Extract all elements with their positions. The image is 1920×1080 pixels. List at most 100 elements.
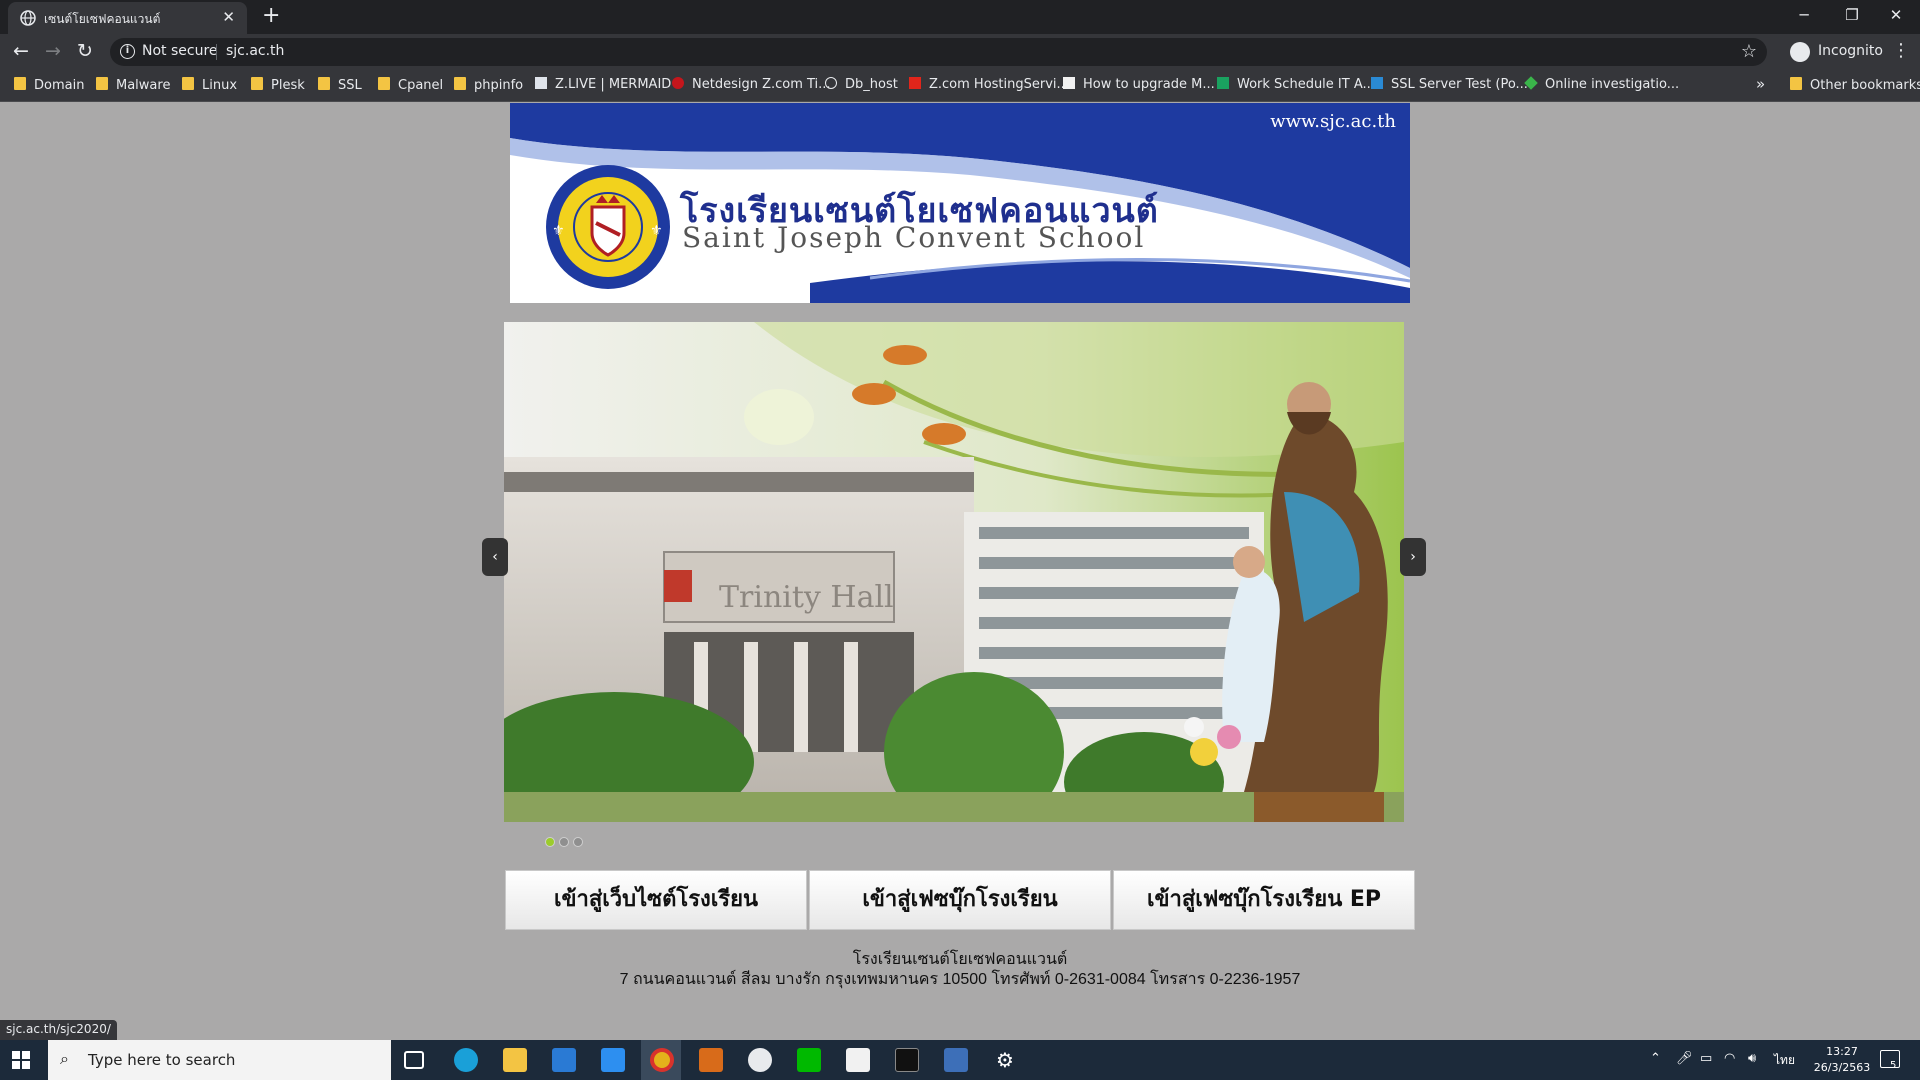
bookmark-item[interactable]: Work Schedule IT A...	[1217, 77, 1375, 92]
slider-dot[interactable]	[559, 837, 569, 847]
bookmark-label: Linux	[202, 78, 238, 93]
bookmark-label: Db_host	[845, 77, 898, 92]
line-icon[interactable]	[797, 1048, 821, 1072]
link-status-bubble: sjc.ac.th/sjc2020/	[0, 1020, 117, 1040]
globe-icon	[20, 10, 36, 26]
bookmark-label: phpinfo	[474, 78, 524, 93]
app-icon[interactable]	[944, 1048, 968, 1072]
task-view-icon[interactable]	[404, 1051, 424, 1069]
slider-dot[interactable]	[573, 837, 583, 847]
security-label[interactable]: Not secure	[142, 43, 218, 59]
bookmark-label: Cpanel	[398, 78, 444, 93]
bookmark-item[interactable]: Plesk	[251, 77, 305, 93]
browser-toolbar: ← → ↻ i Not secure sjc.ac.th ☆ Incognito…	[0, 34, 1920, 70]
bookmark-item[interactable]: Linux	[182, 77, 237, 93]
bookmark-item[interactable]: Z.com HostingServi...	[909, 77, 1069, 92]
incognito-label: Incognito	[1818, 43, 1883, 59]
terminal-icon[interactable]	[895, 1048, 919, 1072]
browser-tab[interactable]: เซนต์โยเซฟคอนแวนต์ ✕	[8, 2, 247, 34]
sheet-icon	[1217, 77, 1229, 89]
slider-next-button[interactable]: ›	[1400, 538, 1426, 576]
file-explorer-icon[interactable]	[503, 1048, 527, 1072]
battery-icon[interactable]: ▭	[1700, 1051, 1712, 1066]
close-window-button[interactable]: ✕	[1886, 6, 1906, 24]
app-icon[interactable]	[748, 1048, 772, 1072]
skype-icon[interactable]	[699, 1048, 723, 1072]
svg-text:Trinity Hall: Trinity Hall	[719, 580, 894, 615]
language-indicator[interactable]: ไทย	[1774, 1051, 1795, 1070]
folder-icon	[1790, 77, 1802, 90]
bookmark-item[interactable]: SSL	[318, 77, 362, 93]
tab-title: เซนต์โยเซฟคอนแวนต์	[44, 12, 161, 26]
bookmark-item[interactable]: Domain	[14, 77, 84, 93]
settings-gear-icon[interactable]: ⚙	[993, 1048, 1017, 1072]
info-icon[interactable]: i	[120, 44, 135, 59]
taskbar-search[interactable]: ⌕ Type here to search	[48, 1040, 391, 1080]
bookmark-label: Malware	[116, 78, 171, 93]
menu-icon[interactable]: ⋮	[1892, 40, 1910, 61]
back-button[interactable]: ←	[9, 40, 33, 62]
bookmark-item[interactable]: Online investigatio...	[1524, 76, 1680, 92]
new-tab-button[interactable]: +	[262, 4, 280, 28]
clock-date: 26/3/2563	[1813, 1061, 1871, 1074]
chrome-icon	[650, 1048, 674, 1072]
wifi-icon[interactable]: ◠	[1724, 1051, 1735, 1066]
page-icon	[535, 77, 547, 89]
slider-dot[interactable]	[545, 837, 555, 847]
slide-image: Trinity Hall	[504, 322, 1404, 822]
bookmark-label: SSL	[338, 78, 362, 93]
minimize-button[interactable]: ─	[1794, 6, 1814, 24]
bookmark-item[interactable]: SSL Server Test (Po...	[1371, 77, 1528, 92]
address-bar[interactable]: i Not secure sjc.ac.th ☆	[110, 38, 1767, 66]
bookmark-item[interactable]: How to upgrade M...	[1063, 77, 1215, 92]
bookmark-item[interactable]: Malware	[96, 77, 170, 93]
other-bookmarks[interactable]: Other bookmarks	[1790, 77, 1920, 93]
bookmark-label: Netdesign Z.com Ti...	[692, 77, 831, 92]
volume-icon[interactable]: 🔊︎	[1748, 1051, 1756, 1066]
notification-count: 5	[1890, 1060, 1897, 1071]
folder-icon	[182, 77, 194, 90]
tab-close-icon[interactable]: ✕	[222, 8, 235, 26]
tray-chevron-icon[interactable]: ⌃	[1650, 1051, 1661, 1066]
windows-start-icon[interactable]	[12, 1051, 30, 1069]
bookmark-label: Online investigatio...	[1545, 77, 1680, 92]
bookmark-item[interactable]: Cpanel	[378, 77, 443, 93]
bookmark-item[interactable]: Db_host	[825, 77, 898, 92]
school-facebook-button[interactable]: เข้าสู่เฟซบุ๊กโรงเรียน	[809, 870, 1111, 930]
restore-button[interactable]: ❐	[1842, 6, 1862, 24]
url-text[interactable]: sjc.ac.th	[226, 43, 284, 59]
bookmark-label: Domain	[34, 78, 85, 93]
windows-taskbar: ⌕ Type here to search ⚙ ⌃ 🎤︎ ▭ ◠ 🔊︎ ไทย …	[0, 1040, 1920, 1080]
microphone-icon[interactable]: 🎤︎	[1676, 1051, 1693, 1066]
forward-button[interactable]: →	[41, 40, 65, 62]
globe-icon	[825, 77, 837, 89]
svg-text:⚜: ⚜	[552, 223, 565, 239]
slider-prev-button[interactable]: ‹	[482, 538, 508, 576]
edge-icon[interactable]	[454, 1048, 478, 1072]
incognito-profile-button[interactable]: Incognito	[1788, 40, 1898, 64]
school-logo: ⚜ ⚜	[546, 165, 670, 289]
system-clock[interactable]: 13:27 26/3/2563	[1812, 1044, 1872, 1076]
school-facebook-ep-button[interactable]: เข้าสู่เฟซบุ๊กโรงเรียน EP	[1113, 870, 1415, 930]
omnibox-divider	[216, 44, 217, 60]
folder-icon	[14, 77, 26, 90]
bookmarks-bar: Domain Malware Linux Plesk SSL Cpanel ph…	[0, 70, 1920, 102]
tab-strip: เซนต์โยเซฟคอนแวนต์ ✕ + ─ ❐ ✕	[0, 0, 1920, 34]
search-icon: ⌕	[60, 1049, 69, 1068]
mail-icon[interactable]	[601, 1048, 625, 1072]
folder-icon	[96, 77, 108, 90]
bookmark-label: SSL Server Test (Po...	[1391, 77, 1528, 92]
slider-pagination	[545, 832, 587, 851]
reload-button[interactable]: ↻	[73, 40, 97, 62]
bookmarks-overflow-button[interactable]: »	[1756, 75, 1765, 93]
school-website-button[interactable]: เข้าสู่เว็บไซต์โรงเรียน	[505, 870, 807, 930]
bookmark-item[interactable]: Z.LIVE | MERMAID	[535, 77, 671, 92]
bookmark-item[interactable]: Netdesign Z.com Ti...	[672, 77, 831, 92]
footer-contact: 7 ถนนคอนแวนต์ สีลม บางรัก กรุงเทพมหานคร …	[619, 971, 1301, 988]
diamond-icon	[1524, 76, 1538, 90]
lock-icon	[1371, 77, 1383, 89]
store-icon[interactable]	[552, 1048, 576, 1072]
app-icon[interactable]	[846, 1048, 870, 1072]
bookmark-item[interactable]: phpinfo	[454, 77, 523, 93]
bookmark-star-icon[interactable]: ☆	[1741, 41, 1757, 62]
